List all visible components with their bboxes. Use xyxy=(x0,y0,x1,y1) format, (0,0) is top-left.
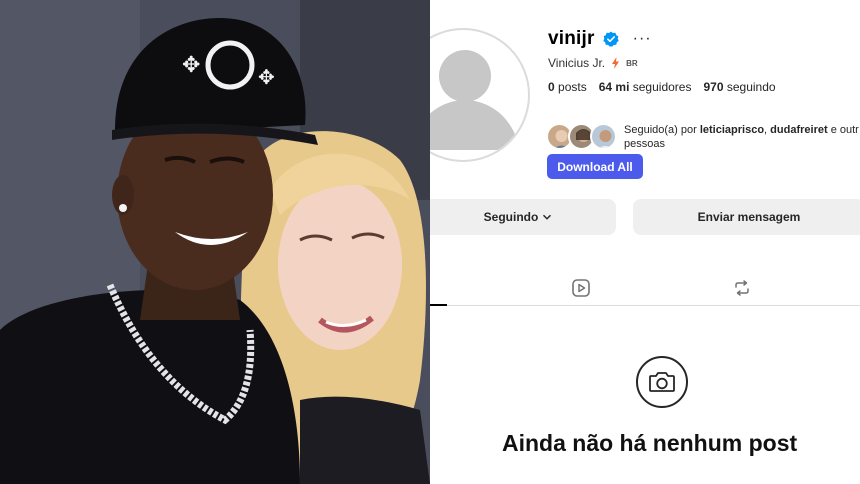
fullname-row: Vinicius Jr. BR xyxy=(548,56,638,70)
profile-panel: vinijr ··· Vinicius Jr. BR 0 posts 64 mi… xyxy=(430,0,860,484)
full-name: Vinicius Jr. xyxy=(548,56,606,70)
chevron-down-icon xyxy=(543,214,552,220)
following-label: Seguindo xyxy=(483,210,539,224)
verified-badge-icon xyxy=(602,31,619,47)
following-stat[interactable]: 970 seguindo xyxy=(703,80,775,94)
bolt-icon xyxy=(612,57,620,69)
download-all-button[interactable]: Download All xyxy=(547,154,643,179)
mutual-avatars xyxy=(546,123,620,151)
empty-state-camera xyxy=(636,356,688,408)
svg-text:✥: ✥ xyxy=(258,65,275,89)
couple-photo-illustration: ✥ ✥ xyxy=(0,0,430,484)
empty-state-title: Ainda não há nenhum post xyxy=(502,430,798,456)
followed-by-row[interactable]: Seguido(a) por leticiaprisco, dudafreire… xyxy=(546,123,860,151)
followed-by-text: Seguido(a) por leticiaprisco, dudafreire… xyxy=(624,124,859,150)
default-avatar-icon xyxy=(430,50,520,150)
camera-icon xyxy=(649,372,675,392)
username: vinijr xyxy=(548,28,595,49)
followers-stat[interactable]: 64 mi seguidores xyxy=(599,80,692,94)
reels-icon[interactable] xyxy=(571,278,591,298)
profile-avatar[interactable] xyxy=(430,28,530,162)
mutual-avatar xyxy=(590,123,617,150)
profile-photo: ✥ ✥ xyxy=(0,0,430,484)
username-row: vinijr ··· xyxy=(548,28,652,50)
country-code: BR xyxy=(626,58,638,68)
profile-tabs xyxy=(430,268,860,308)
send-message-button[interactable]: Enviar mensagem xyxy=(633,199,860,235)
repost-icon[interactable] xyxy=(732,278,752,298)
posts-stat[interactable]: 0 posts xyxy=(548,80,587,94)
profile-stats: 0 posts 64 mi seguidores 970 seguindo xyxy=(548,80,776,94)
more-options-icon[interactable]: ··· xyxy=(633,31,652,47)
svg-text:✥: ✥ xyxy=(182,53,200,78)
tabs-divider xyxy=(430,305,860,306)
following-button[interactable]: Seguindo xyxy=(430,199,616,235)
active-tab-indicator xyxy=(430,304,447,306)
